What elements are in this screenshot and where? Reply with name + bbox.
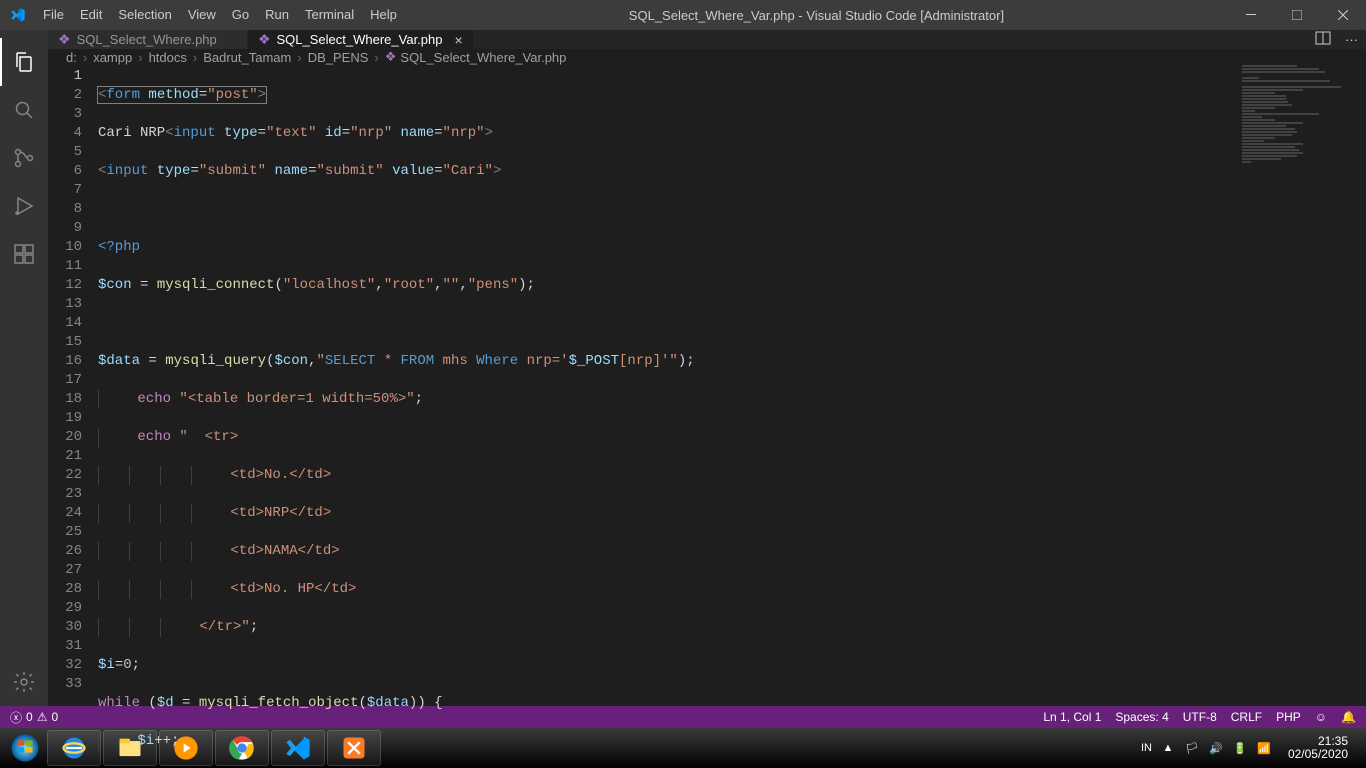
tab-label: SQL_Select_Where_Var.php — [277, 32, 443, 47]
crumb[interactable]: SQL_Select_Where_Var.php — [400, 50, 566, 65]
crumb[interactable]: xampp — [93, 50, 132, 65]
titlebar: File Edit Selection View Go Run Terminal… — [0, 0, 1366, 30]
error-icon: ⓧ — [10, 709, 22, 726]
tab-label: SQL_Select_Where.php — [77, 32, 217, 47]
crumb[interactable]: Badrut_Tamam — [203, 50, 291, 65]
more-actions-icon[interactable]: ··· — [1345, 32, 1358, 47]
menu-file[interactable]: File — [35, 0, 72, 30]
explorer-icon[interactable] — [0, 38, 48, 86]
crumb[interactable]: d: — [66, 50, 77, 65]
minimize-button[interactable] — [1228, 0, 1274, 30]
text-editor[interactable]: 1234567891011121314151617181920212223242… — [48, 65, 1366, 768]
activity-bar — [0, 30, 48, 706]
editor-tabs: ❖ SQL_Select_Where.php × ❖ SQL_Select_Wh… — [48, 30, 1366, 49]
crumb[interactable]: DB_PENS — [308, 50, 369, 65]
menu-terminal[interactable]: Terminal — [297, 0, 362, 30]
breadcrumb[interactable]: d:› xampp› htdocs› Badrut_Tamam› DB_PENS… — [48, 49, 1366, 65]
menu-go[interactable]: Go — [224, 0, 257, 30]
php-file-icon: ❖ — [58, 31, 71, 48]
run-debug-icon[interactable] — [0, 182, 48, 230]
menu-help[interactable]: Help — [362, 0, 405, 30]
vertical-scrollbar[interactable] — [1352, 65, 1366, 768]
split-editor-icon[interactable] — [1315, 30, 1331, 49]
search-icon[interactable] — [0, 86, 48, 134]
maximize-button[interactable] — [1274, 0, 1320, 30]
start-button[interactable] — [5, 728, 45, 768]
line-number-gutter: 1234567891011121314151617181920212223242… — [48, 65, 98, 768]
extensions-icon[interactable] — [0, 230, 48, 278]
tab-sql-select-where[interactable]: ❖ SQL_Select_Where.php × — [48, 30, 248, 49]
editor-actions: ··· — [1315, 30, 1366, 49]
menu-bar: File Edit Selection View Go Run Terminal… — [35, 0, 405, 30]
menu-run[interactable]: Run — [257, 0, 297, 30]
source-control-icon[interactable] — [0, 134, 48, 182]
close-button[interactable] — [1320, 0, 1366, 30]
tab-sql-select-where-var[interactable]: ❖ SQL_Select_Where_Var.php × — [248, 30, 474, 49]
main-area: ❖ SQL_Select_Where.php × ❖ SQL_Select_Wh… — [0, 30, 1366, 706]
editor-group: ❖ SQL_Select_Where.php × ❖ SQL_Select_Wh… — [48, 30, 1366, 706]
settings-gear-icon[interactable] — [0, 658, 48, 706]
php-file-icon: ❖ — [385, 49, 397, 65]
menu-view[interactable]: View — [180, 0, 224, 30]
php-file-icon: ❖ — [258, 31, 271, 48]
vscode-logo-icon — [0, 7, 35, 23]
window-title: SQL_Select_Where_Var.php - Visual Studio… — [405, 8, 1228, 23]
minimap[interactable] — [1242, 65, 1352, 768]
warning-icon: ⚠ — [37, 710, 48, 724]
window-controls — [1228, 0, 1366, 30]
crumb[interactable]: htdocs — [149, 50, 187, 65]
code-content[interactable]: <form method="post"> Cari NRP<input type… — [98, 65, 1366, 768]
menu-edit[interactable]: Edit — [72, 0, 110, 30]
menu-selection[interactable]: Selection — [110, 0, 179, 30]
close-icon[interactable]: × — [455, 32, 463, 48]
